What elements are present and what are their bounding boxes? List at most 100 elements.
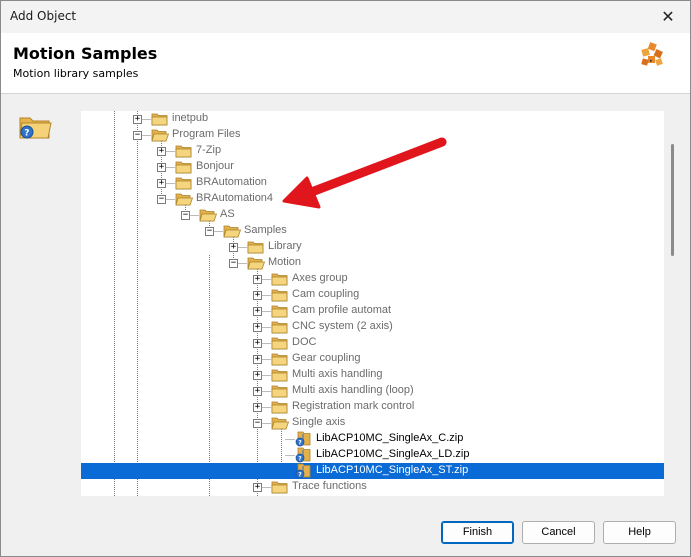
expand-icon[interactable]: + [253, 275, 262, 284]
folder-open-icon [223, 223, 242, 239]
tree-folder-item[interactable]: − Program Files [81, 127, 664, 143]
tree-item-label: Registration mark control [292, 400, 415, 412]
expand-icon[interactable]: + [253, 291, 262, 300]
expand-icon[interactable]: + [253, 483, 262, 492]
svg-text:?: ? [298, 456, 302, 463]
tree-folder-item[interactable]: − Single axis [81, 415, 664, 431]
tree-folder-item[interactable]: +7-Zip [81, 143, 664, 159]
tree-item-label: LibACP10MC_SingleAx_ST.zip [316, 464, 469, 476]
tree-folder-item[interactable]: + Axes group [81, 271, 664, 287]
folder-open-icon [199, 207, 218, 223]
folder-closed-icon [271, 399, 289, 415]
wizard-header: Motion Samples Motion library samples ▸ [1, 33, 690, 94]
folder-closed-icon [175, 159, 193, 175]
tree-item-label: BRAutomation [196, 176, 267, 188]
expand-icon[interactable]: + [229, 243, 238, 252]
close-icon[interactable]: ✕ [646, 1, 690, 33]
tree-folder-item[interactable]: − Motion [81, 255, 664, 271]
tree-item-label: LibACP10MC_SingleAx_LD.zip [316, 448, 470, 460]
page-subtitle: Motion library samples [13, 67, 139, 80]
expand-icon[interactable]: + [253, 371, 262, 380]
expand-icon[interactable]: + [253, 339, 262, 348]
tree-folder-item[interactable]: − Samples [81, 223, 664, 239]
tree-file-item[interactable]: ? LibACP10MC_SingleAx_ST.zip [81, 463, 664, 479]
cancel-button[interactable]: Cancel [522, 521, 595, 544]
svg-text:?: ? [298, 440, 302, 447]
page-title: Motion Samples [13, 44, 158, 63]
tree-item-label: Multi axis handling [292, 368, 383, 380]
folder-tree[interactable]: + inetpub − Program Files +7-Zip + Bonjour + BRA… [81, 111, 664, 496]
expand-icon[interactable]: + [253, 307, 262, 316]
tree-folder-item[interactable]: + Multi axis handling [81, 367, 664, 383]
expand-icon[interactable]: + [157, 163, 166, 172]
expand-icon[interactable]: + [253, 355, 262, 364]
help-folder-icon: ? [19, 117, 52, 139]
folder-open-icon [247, 255, 266, 271]
tree-folder-item[interactable]: + Multi axis handling (loop) [81, 383, 664, 399]
expand-icon[interactable]: + [157, 179, 166, 188]
tree-folder-item[interactable]: + Registration mark control [81, 399, 664, 415]
tree-folder-item[interactable]: − AS [81, 207, 664, 223]
folder-closed-icon [271, 351, 289, 367]
tree-folder-item[interactable]: + Library [81, 239, 664, 255]
tree-folder-item[interactable]: − BRAutomation4 [81, 191, 664, 207]
folder-closed-icon [271, 479, 289, 495]
tree-folder-item[interactable]: + Gear coupling [81, 351, 664, 367]
tree-item-label: Motion [268, 256, 302, 268]
tree-item-label: Multi axis handling (loop) [292, 384, 414, 396]
tree-item-label: Gear coupling [292, 352, 361, 364]
folder-open-icon [271, 415, 290, 431]
motion-samples-logo-icon: ▸ [641, 42, 663, 66]
zip-file-icon: ? [295, 447, 313, 463]
tree-item-label: Bonjour [196, 160, 234, 172]
folder-closed-icon [175, 175, 193, 191]
folder-closed-icon [175, 143, 193, 159]
collapse-icon[interactable]: − [229, 259, 238, 268]
svg-text:?: ? [298, 472, 302, 479]
expand-icon[interactable]: + [133, 115, 142, 124]
tree-folder-item[interactable]: + Cam coupling [81, 287, 664, 303]
tree-file-item[interactable]: ? LibACP10MC_SingleAx_LD.zip [81, 447, 664, 463]
title-bar: Add Object ✕ [1, 1, 690, 33]
tree-folder-item[interactable]: + Bonjour [81, 159, 664, 175]
collapse-icon[interactable]: − [181, 211, 190, 220]
finish-button[interactable]: Finish [441, 521, 514, 544]
tree-item-label: Cam coupling [292, 288, 360, 300]
tree-item-label: Cam profile automat [292, 304, 392, 316]
tree-item-label: Library [268, 240, 302, 252]
tree-folder-item[interactable]: + Trace functions [81, 479, 664, 495]
collapse-icon[interactable]: − [253, 419, 262, 428]
folder-closed-icon [271, 383, 289, 399]
tree-item-label: Axes group [292, 272, 348, 284]
tree-folder-item[interactable]: + DOC [81, 335, 664, 351]
zip-file-icon: ? [295, 463, 313, 479]
tree-file-item[interactable]: ? LibACP10MC_SingleAx_C.zip [81, 431, 664, 447]
tree-scrollbar-thumb[interactable] [671, 144, 674, 256]
expand-icon[interactable]: + [253, 403, 262, 412]
tree-folder-item[interactable]: + Cam profile automat [81, 303, 664, 319]
folder-closed-icon [247, 239, 265, 255]
svg-text:?: ? [24, 129, 29, 139]
tree-folder-item[interactable]: + BRAutomation [81, 175, 664, 191]
tree-item-label: CNC system (2 axis) [292, 320, 393, 332]
help-button[interactable]: Help [603, 521, 676, 544]
tree-item-label: Trace functions [292, 480, 367, 492]
expand-icon[interactable]: + [253, 323, 262, 332]
zip-file-icon: ? [295, 431, 313, 447]
tree-folder-item[interactable]: + CNC system (2 axis) [81, 319, 664, 335]
folder-closed-icon [271, 367, 289, 383]
expand-icon[interactable]: + [253, 387, 262, 396]
tree-item-label: Program Files [172, 128, 241, 140]
folder-closed-icon [271, 287, 289, 303]
collapse-icon[interactable]: − [133, 131, 142, 140]
folder-open-icon [151, 127, 170, 143]
folder-open-icon [175, 191, 194, 207]
folder-closed-icon [271, 335, 289, 351]
expand-icon[interactable]: + [157, 147, 166, 156]
tree-folder-item[interactable]: + inetpub [81, 111, 664, 127]
tree-item-label: BRAutomation4 [196, 192, 274, 204]
folder-closed-icon [271, 271, 289, 287]
window-title: Add Object [10, 9, 77, 23]
collapse-icon[interactable]: − [157, 195, 166, 204]
collapse-icon[interactable]: − [205, 227, 214, 236]
